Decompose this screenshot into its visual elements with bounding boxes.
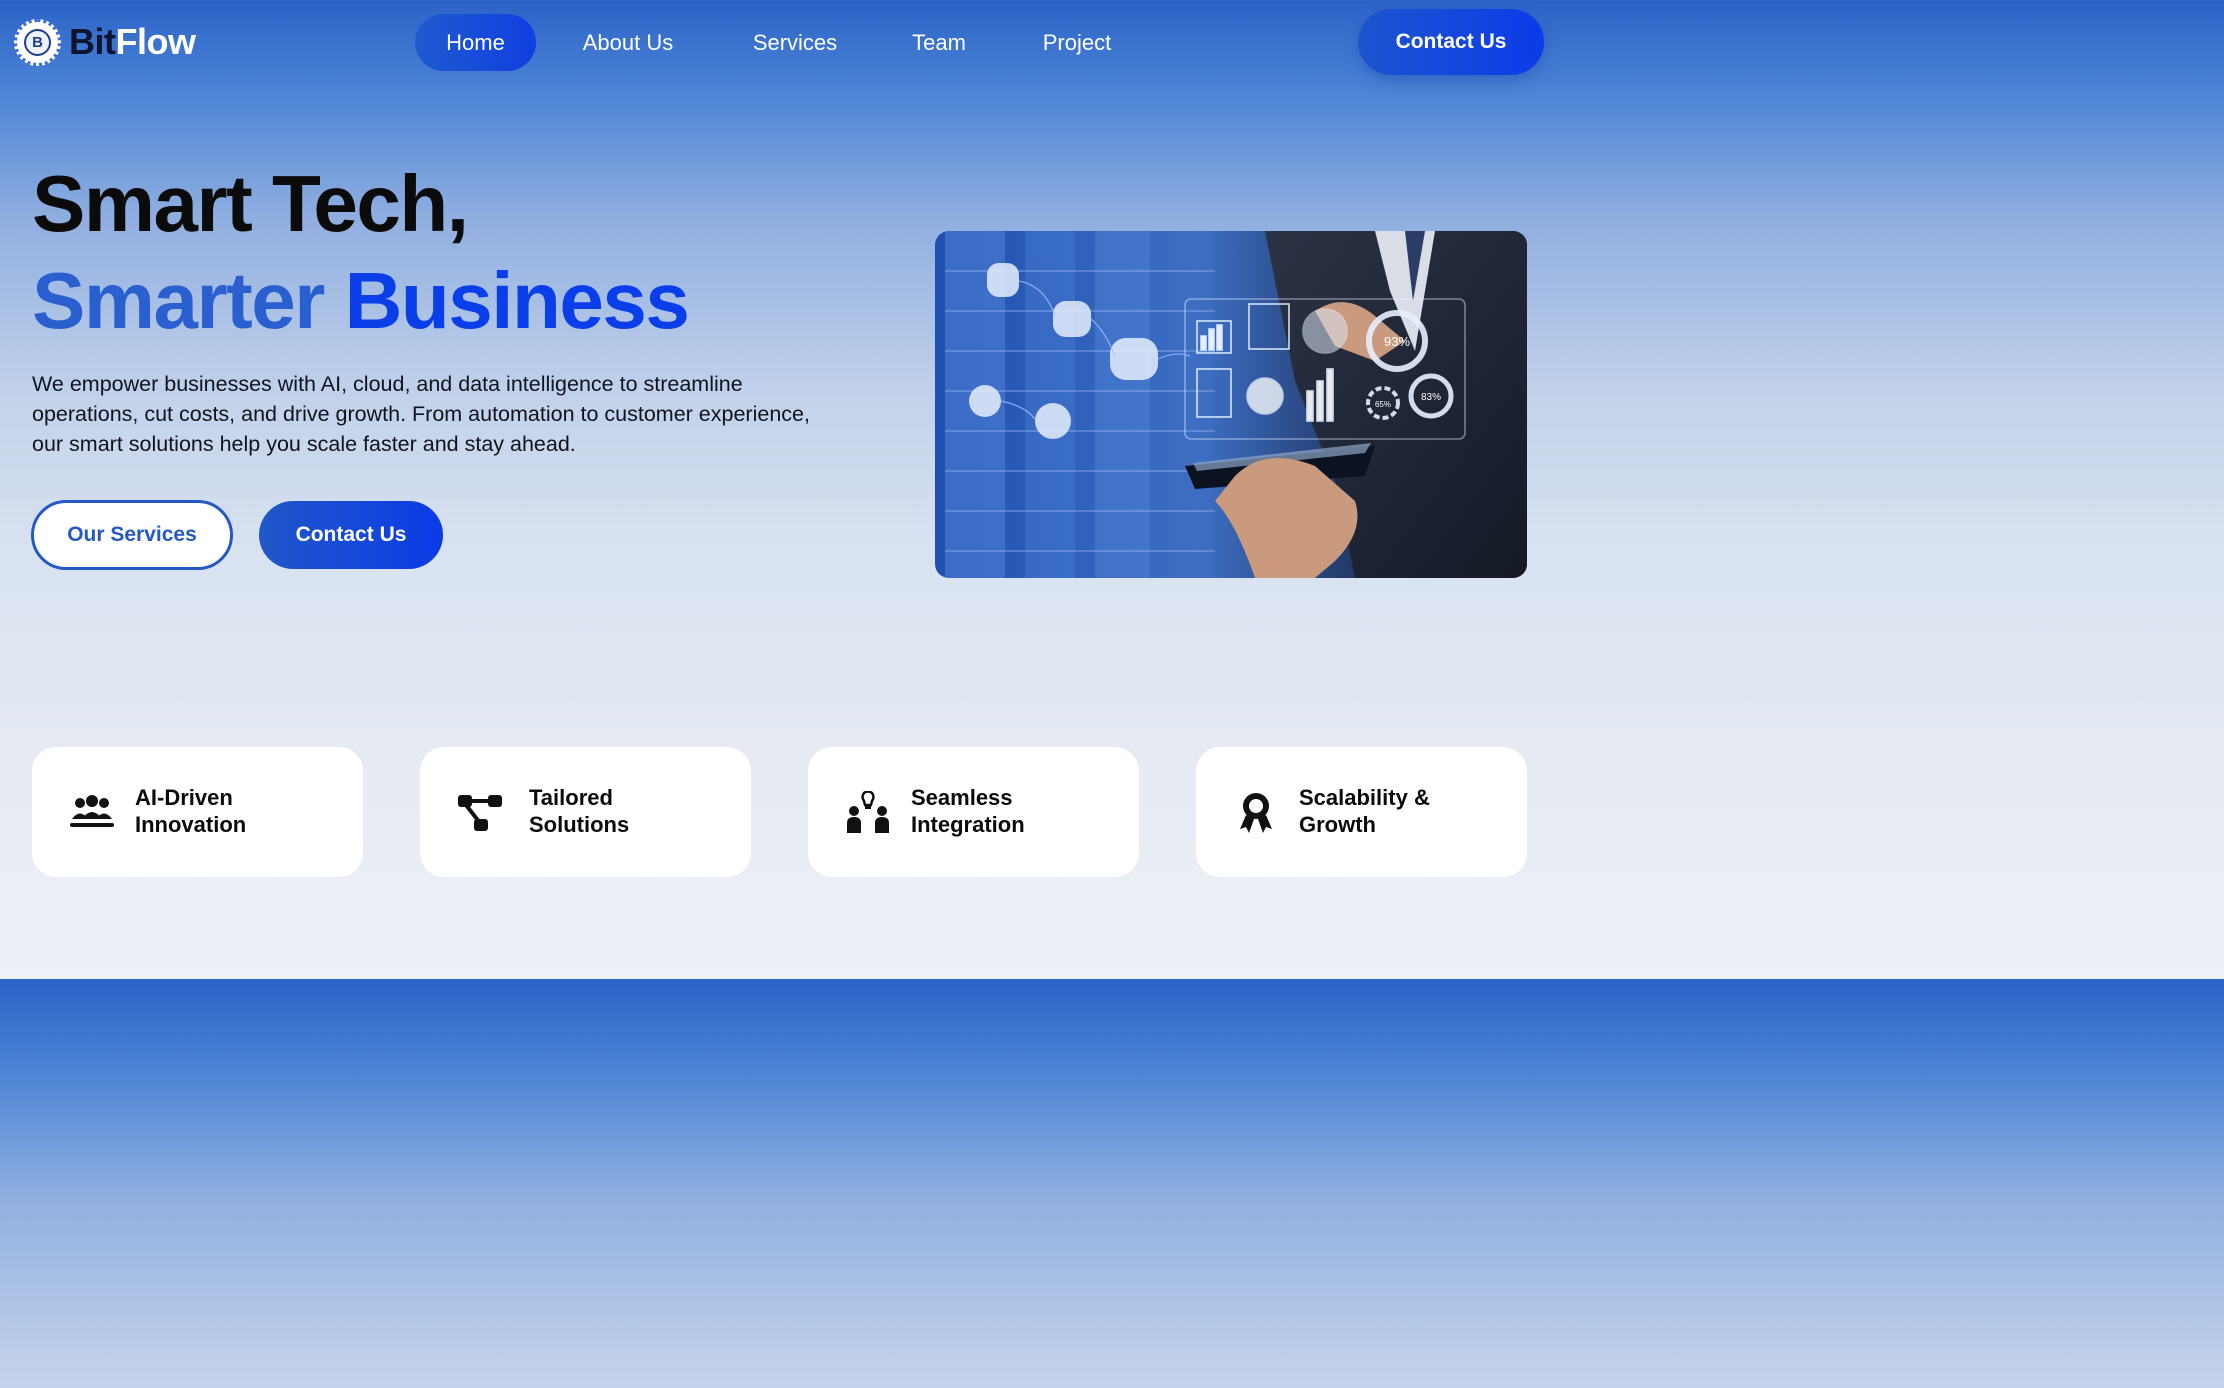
logo-badge-letter: B — [24, 28, 51, 56]
feature-line2: Integration — [911, 812, 1025, 837]
feature-card-scalability[interactable]: Scalability & Growth — [1196, 747, 1527, 877]
nav-services[interactable]: Services — [728, 14, 862, 71]
feature-line1: Seamless — [911, 785, 1013, 810]
nav-team[interactable]: Team — [895, 14, 983, 71]
hero-title-line2: Smarter Business — [32, 255, 690, 347]
award-icon — [1240, 793, 1272, 833]
hero-title-word-smarter: Smarter — [32, 256, 325, 345]
hero-title-word-business: Business — [344, 256, 690, 345]
header-contact-button[interactable]: Contact Us — [1358, 9, 1544, 75]
hero-image-illustration: 93% 65% 83% — [935, 231, 1527, 578]
brand-logo[interactable]: B BitFlow — [14, 17, 196, 67]
feature-label-ai-driven: AI-Driven Innovation — [135, 784, 345, 838]
our-services-button[interactable]: Our Services — [31, 500, 233, 570]
feature-card-tailored[interactable]: Tailored Solutions — [420, 747, 751, 877]
brand-name: BitFlow — [69, 21, 196, 63]
feature-card-ai-driven[interactable]: AI-Driven Innovation — [32, 747, 363, 877]
team-icon — [70, 795, 114, 827]
nav-about-us[interactable]: About Us — [560, 14, 696, 71]
hero-description: We empower businesses with AI, cloud, an… — [32, 372, 810, 456]
hero-image: 93% 65% 83% — [935, 231, 1527, 578]
feature-label-tailored: Tailored Solutions — [529, 784, 739, 838]
nav-home[interactable]: Home — [415, 14, 536, 71]
collaboration-icon — [847, 791, 889, 833]
hero-title-line1: Smart Tech, — [32, 159, 469, 248]
feature-line1: Tailored — [529, 785, 613, 810]
gauge-small-label-2: 83% — [1421, 392, 1441, 403]
gauge-small-label-1: 65% — [1375, 400, 1391, 409]
feature-line2: Innovation — [135, 812, 247, 837]
feature-card-seamless[interactable]: Seamless Integration — [808, 747, 1139, 877]
feature-line2: Solutions — [529, 812, 630, 837]
hero-contact-button[interactable]: Contact Us — [259, 501, 443, 569]
nav-project[interactable]: Project — [1020, 14, 1134, 71]
feature-label-seamless: Seamless Integration — [911, 784, 1121, 838]
feature-line1: Scalability & — [1299, 785, 1430, 810]
feature-label-scalability: Scalability & Growth — [1299, 784, 1509, 838]
flowchart-icon — [458, 795, 502, 831]
brand-name-part1: Bit — [69, 21, 116, 62]
brand-name-part2: Flow — [115, 21, 196, 62]
gauge-large-label: 93% — [1384, 334, 1410, 349]
feature-line2: Growth — [1299, 812, 1376, 837]
logo-badge-icon: B — [14, 18, 61, 66]
feature-line1: AI-Driven — [135, 785, 233, 810]
